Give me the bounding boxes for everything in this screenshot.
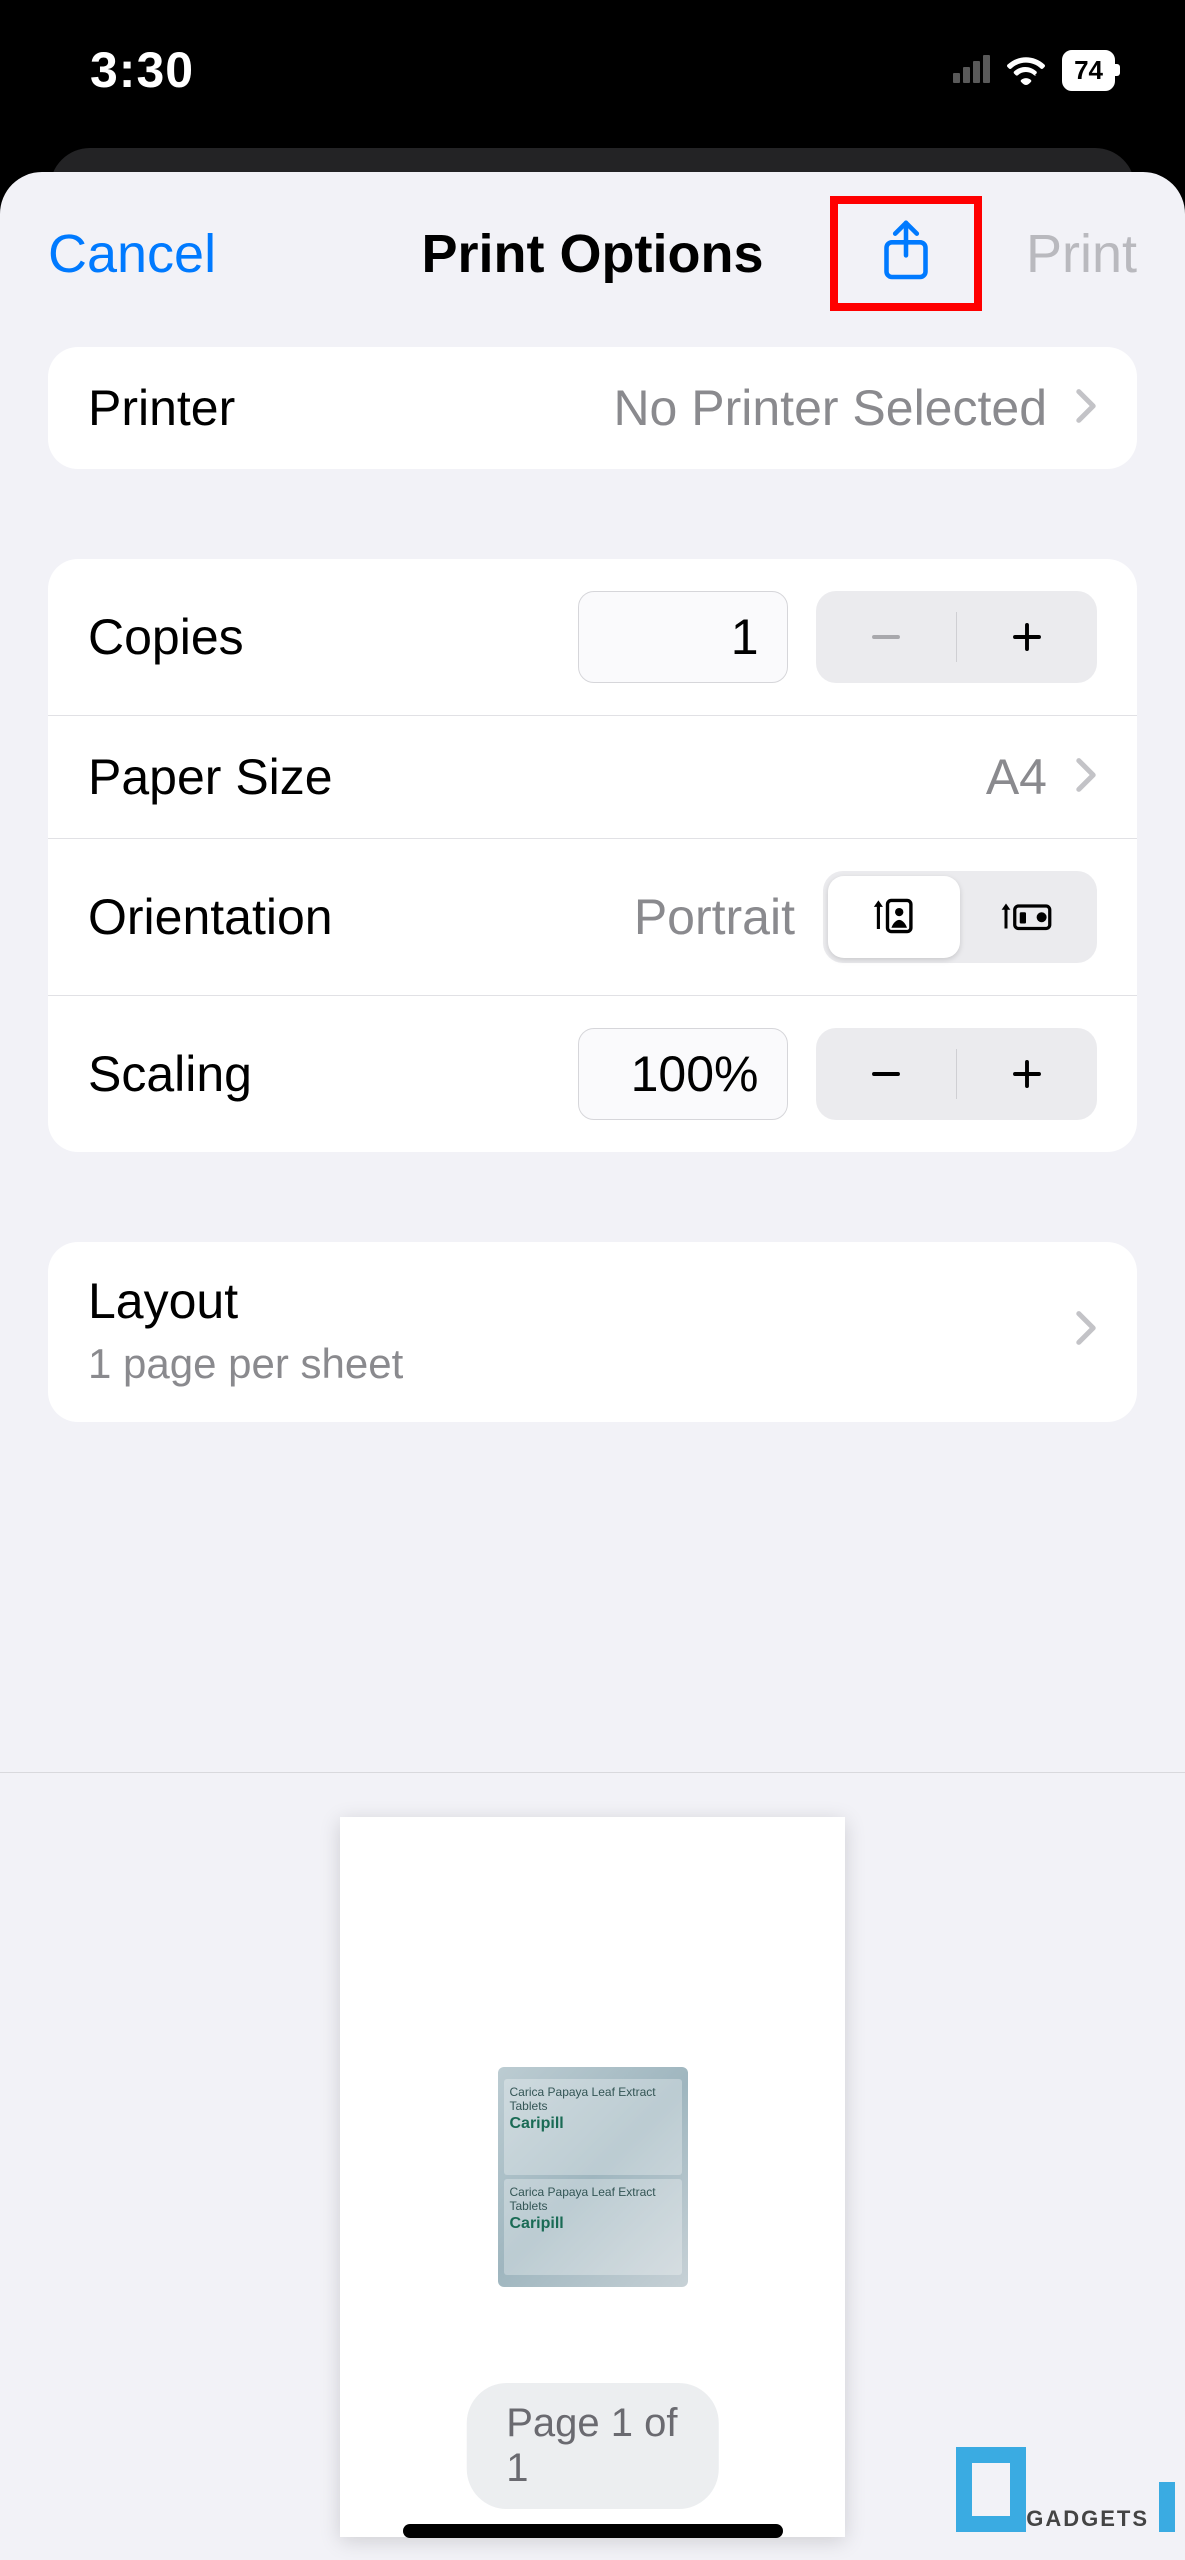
watermark: GADGETS <box>956 2447 1175 2532</box>
paper-size-value: A4 <box>986 748 1047 806</box>
wifi-icon <box>1006 55 1046 85</box>
chevron-right-icon <box>1075 1310 1097 1351</box>
status-time: 3:30 <box>90 41 194 99</box>
print-button[interactable]: Print <box>1026 223 1137 285</box>
copies-increment-button[interactable] <box>957 591 1097 683</box>
home-indicator[interactable] <box>403 2524 783 2538</box>
printer-label: Printer <box>88 379 235 437</box>
orientation-row: Orientation Portrait <box>48 838 1137 995</box>
portrait-icon <box>868 890 920 945</box>
printer-row[interactable]: Printer No Printer Selected <box>48 347 1137 469</box>
nav-bar: Cancel Print Options Print <box>0 172 1185 335</box>
copies-input[interactable]: 1 <box>578 591 788 683</box>
layout-label: Layout <box>88 1272 403 1330</box>
printer-value: No Printer Selected <box>613 379 1047 437</box>
copies-label: Copies <box>88 608 244 666</box>
scaling-increment-button[interactable] <box>957 1028 1097 1120</box>
orientation-segmented-control <box>823 871 1097 963</box>
chevron-right-icon <box>1075 757 1097 798</box>
cancel-button[interactable]: Cancel <box>48 223 216 285</box>
layout-subtitle: 1 page per sheet <box>88 1340 403 1388</box>
layout-row[interactable]: Layout 1 page per sheet <box>48 1242 1137 1422</box>
chevron-right-icon <box>1075 388 1097 429</box>
cellular-signal-icon <box>953 57 990 83</box>
portrait-button[interactable] <box>828 876 960 958</box>
print-options-sheet: Cancel Print Options Print <box>0 172 1185 2560</box>
document-thumbnail: Carica Papaya Leaf Extract Tablets Carip… <box>498 2067 688 2287</box>
scaling-row: Scaling 100% <box>48 995 1137 1152</box>
orientation-label: Orientation <box>88 888 333 946</box>
page-indicator: Page 1 of 1 <box>466 2383 719 2509</box>
scaling-input[interactable]: 100% <box>578 1028 788 1120</box>
page-title: Print Options <box>422 223 764 285</box>
preview-area: Carica Papaya Leaf Extract Tablets Carip… <box>0 1772 1185 2560</box>
landscape-icon <box>996 890 1056 945</box>
copies-row: Copies 1 <box>48 559 1137 715</box>
page-preview[interactable]: Carica Papaya Leaf Extract Tablets Carip… <box>340 1817 845 2537</box>
copies-stepper <box>816 591 1098 683</box>
battery-indicator: 74 <box>1062 50 1115 91</box>
copies-decrement-button[interactable] <box>816 591 956 683</box>
paper-size-label: Paper Size <box>88 748 333 806</box>
paper-size-row[interactable]: Paper Size A4 <box>48 715 1137 838</box>
landscape-button[interactable] <box>960 876 1092 958</box>
status-bar: 3:30 74 <box>0 0 1185 140</box>
share-icon <box>880 218 932 289</box>
scaling-decrement-button[interactable] <box>816 1028 956 1120</box>
scaling-label: Scaling <box>88 1045 252 1103</box>
orientation-value: Portrait <box>634 888 795 946</box>
scaling-stepper <box>816 1028 1098 1120</box>
share-button[interactable] <box>830 196 982 311</box>
